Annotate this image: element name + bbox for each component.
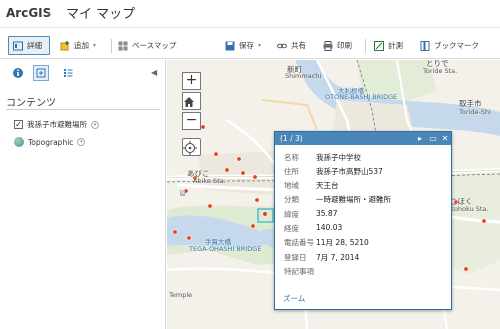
layer-item-topographic[interactable]: Topographic ▾: [14, 137, 86, 147]
popup-field: 地域 天王台: [284, 181, 339, 190]
layer-label: 我孫子市避難場所: [27, 120, 87, 129]
bookmarks-label: ブックマーク: [434, 41, 479, 50]
zoom-out-button[interactable]: −: [182, 112, 201, 130]
popup-field: 分類 一時避難場所・避難所: [284, 195, 391, 204]
home-icon: [184, 97, 194, 107]
popup-field: 緯度 35.87: [284, 209, 338, 219]
tab-legend[interactable]: [60, 65, 76, 81]
layer-options-icon[interactable]: ▾: [91, 120, 99, 129]
city-label-en: Toride-Shi: [459, 108, 491, 116]
bridge-label-en: OTONE-BASHI BRIDGE: [325, 93, 398, 101]
layer-item-shelters[interactable]: ✓ 我孫子市避難場所 ▾: [14, 119, 99, 130]
legend-icon: [64, 69, 73, 77]
layer-label: Topographic: [28, 137, 74, 147]
bookmarks-button[interactable]: ブックマーク: [420, 36, 479, 55]
place-label-en: Shimmachi: [285, 72, 322, 80]
chevron-down-icon: ▾: [258, 42, 262, 49]
maximize-icon[interactable]: ▭: [428, 132, 438, 145]
content-icon: [36, 68, 46, 78]
locate-icon: [183, 141, 197, 155]
share-button[interactable]: 共有: [277, 36, 306, 55]
print-label: 印刷: [337, 41, 352, 50]
popup-field: 登録日 7月 7, 2014: [284, 253, 360, 262]
save-label: 保存: [239, 41, 254, 50]
tab-about[interactable]: [10, 65, 26, 81]
layer-options-icon[interactable]: ▾: [77, 138, 86, 146]
popup-field: 特記事項: [284, 267, 314, 276]
brand-dropdown-icon[interactable]: ▾: [47, 10, 51, 18]
measure-label: 計測: [388, 41, 403, 50]
popup-field: 名称 我孫子中学校: [284, 153, 361, 162]
basemap-icon: [118, 41, 128, 51]
measure-icon: [374, 40, 384, 51]
popup-header: (1 / 3) ▸ ▭ ✕: [275, 132, 451, 145]
basemap-button[interactable]: ベースマップ: [118, 36, 176, 55]
print-icon: [323, 40, 333, 51]
popup-field: 経度 140.03: [284, 223, 343, 233]
add-button[interactable]: 追加 ▾: [60, 36, 96, 55]
toolbar-divider: [111, 39, 112, 53]
close-icon[interactable]: ✕: [440, 132, 450, 145]
tab-content[interactable]: [33, 65, 49, 81]
details-icon: [13, 41, 23, 51]
poi-label: Temple: [169, 291, 193, 299]
next-feature-icon[interactable]: ▸: [415, 132, 425, 145]
chevron-down-icon: ▾: [93, 42, 97, 49]
share-link-icon: [277, 41, 287, 51]
map-toolbar: 詳細 追加 ▾ ベースマップ 保存 ▾ 共有 印刷 計測 ブックマーク: [0, 33, 500, 88]
side-panel: ◀ コンテンツ ✓ 我孫子市避難場所 ▾ Topographic ▾: [0, 60, 166, 329]
route-shield: 6: [180, 190, 186, 196]
collapse-panel-icon[interactable]: ◀: [151, 68, 157, 77]
zoom-in-button[interactable]: +: [182, 72, 201, 90]
measure-button[interactable]: 計測: [374, 36, 403, 55]
bookmark-icon: [420, 40, 430, 51]
station-label-en: Toride Sta.: [423, 67, 458, 75]
app-header: ArcGIS ▾ マイ マップ: [0, 0, 500, 28]
details-button[interactable]: 詳細: [8, 36, 50, 55]
feature-popup: (1 / 3) ▸ ▭ ✕ 名称 我孫子中学校 住所 我孫子市高野山537 地域 天王…: [274, 131, 452, 310]
popup-counter: (1 / 3): [280, 134, 303, 143]
panel-divider: [6, 109, 160, 110]
layer-visibility-checkbox[interactable]: ✓: [14, 120, 23, 129]
basemap-label: ベースマップ: [132, 41, 177, 50]
share-label: 共有: [291, 41, 306, 50]
save-icon: [225, 41, 235, 51]
toolbar-divider: [365, 39, 366, 53]
save-button[interactable]: 保存 ▾: [225, 36, 261, 55]
add-label: 追加: [74, 41, 89, 50]
arcgis-brand[interactable]: ArcGIS: [6, 6, 51, 20]
locate-button[interactable]: [182, 138, 201, 156]
details-label: 詳細: [27, 41, 42, 50]
basemap-globe-icon: [14, 137, 24, 147]
add-icon: [60, 40, 70, 51]
zoom-to-link[interactable]: ズーム: [283, 293, 305, 304]
bridge-label-en: TEGA-OHASHI BRIDGE: [189, 245, 262, 253]
panel-heading: コンテンツ: [6, 98, 56, 109]
map-title: マイ マップ: [66, 7, 136, 22]
info-icon: [13, 68, 23, 78]
popup-field: 電話番号 11月 28, 5210: [284, 238, 369, 247]
station-label-en: Kohoku Sta.: [450, 205, 489, 213]
station-label-en: Abiko Sta.: [193, 177, 226, 185]
popup-field: 住所 我孫子市高野山537: [284, 167, 383, 176]
home-button[interactable]: [182, 92, 201, 110]
print-button[interactable]: 印刷: [323, 36, 352, 55]
